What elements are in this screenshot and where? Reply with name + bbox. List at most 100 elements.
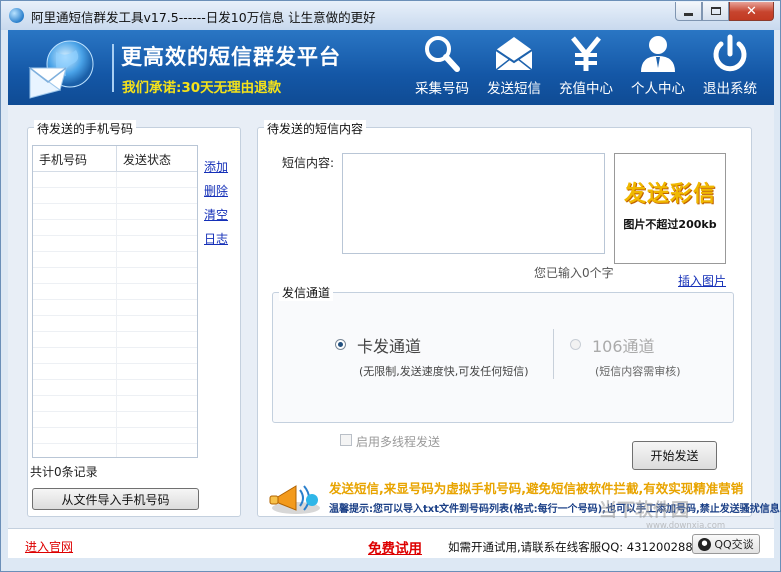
table-header: 手机号码 发送状态 — [33, 146, 197, 172]
clear-link[interactable]: 清空 — [204, 206, 228, 223]
table-cell — [33, 284, 117, 299]
table-row[interactable] — [33, 236, 197, 252]
table-row[interactable] — [33, 300, 197, 316]
close-button[interactable]: ✕ — [729, 2, 774, 21]
nav-label: 退出系统 — [703, 81, 757, 97]
card-channel-radio[interactable] — [335, 339, 346, 350]
sms-content-title: 待发送的短信内容 — [264, 120, 367, 137]
qq-chat-button[interactable]: QQ交谈 — [692, 534, 760, 554]
nav-recharge-center[interactable]: 充值中心 — [550, 34, 622, 100]
title-bar[interactable]: 阿里通短信群发工具v17.5------日发10万信息 让生意做的更好 ✕ — [1, 1, 780, 30]
power-icon — [713, 34, 747, 72]
table-cell — [117, 380, 197, 395]
table-body — [33, 172, 197, 457]
table-cell — [33, 332, 117, 347]
table-row[interactable] — [33, 172, 197, 188]
table-row[interactable] — [33, 396, 197, 412]
insert-image-link[interactable]: 插入图片 — [678, 272, 726, 289]
nav-label: 充值中心 — [559, 81, 613, 97]
106-channel-label[interactable]: 106通道 — [592, 333, 655, 357]
table-row[interactable] — [33, 412, 197, 428]
megaphone-icon — [269, 485, 320, 514]
multithread-checkbox[interactable] — [340, 434, 352, 446]
table-row[interactable] — [33, 428, 197, 444]
maximize-button[interactable] — [702, 2, 729, 21]
maximize-icon — [710, 7, 721, 15]
table-row[interactable] — [33, 364, 197, 380]
minimize-button[interactable] — [675, 2, 702, 21]
qq-penguin-icon — [698, 537, 712, 551]
sms-content-input[interactable] — [342, 153, 605, 254]
table-cell — [117, 220, 197, 235]
table-row[interactable] — [33, 332, 197, 348]
nav-exit-system[interactable]: 退出系统 — [694, 34, 766, 100]
start-send-button[interactable]: 开始发送 — [632, 441, 717, 470]
channel-group: 发信通道 卡发通道 (无限制,发送速度快,可发任何短信) 106通道 (短信内容… — [272, 284, 734, 423]
multithread-label[interactable]: 启用多线程发送 — [356, 433, 440, 450]
channel-divider — [553, 329, 554, 379]
table-row[interactable] — [33, 348, 197, 364]
table-row[interactable] — [33, 268, 197, 284]
card-channel-label[interactable]: 卡发通道 — [357, 333, 421, 357]
column-header-status[interactable]: 发送状态 — [117, 146, 197, 171]
nav-label: 发送短信 — [487, 81, 541, 97]
free-trial-link[interactable]: 免费试用 — [368, 537, 422, 557]
table-cell — [117, 316, 197, 331]
table-cell — [33, 188, 117, 203]
yen-icon — [571, 36, 601, 71]
mms-size-hint: 图片不超过200kb — [623, 218, 717, 231]
nav-collect-numbers[interactable]: 采集号码 — [406, 34, 478, 100]
table-row[interactable] — [33, 252, 197, 268]
phone-list-title: 待发送的手机号码 — [34, 120, 137, 137]
table-cell — [33, 236, 117, 251]
add-link[interactable]: 添加 — [204, 158, 228, 175]
table-cell — [117, 268, 197, 283]
nav-label: 采集号码 — [415, 81, 469, 97]
table-cell — [33, 172, 117, 187]
banner-divider — [112, 44, 114, 92]
status-bar: 进入官网 免费试用 如需开通试用,请联系在线客服QQ: 431200288 QQ… — [8, 528, 774, 558]
table-cell — [33, 300, 117, 315]
table-row[interactable] — [33, 204, 197, 220]
char-count: 您已输入0个字 — [534, 266, 614, 280]
nav-personal-center[interactable]: 个人中心 — [622, 34, 694, 100]
log-link[interactable]: 日志 — [204, 230, 228, 247]
table-cell — [117, 236, 197, 251]
table-cell — [33, 380, 117, 395]
table-cell — [33, 364, 117, 379]
table-cell — [117, 332, 197, 347]
table-row[interactable] — [33, 444, 197, 457]
official-site-link[interactable]: 进入官网 — [25, 538, 73, 555]
table-cell — [33, 268, 117, 283]
app-icon — [9, 8, 24, 23]
app-window: 阿里通短信群发工具v17.5------日发10万信息 让生意做的更好 ✕ 更高… — [0, 0, 781, 572]
promo-headline: 发送短信,来显号码为虚拟手机号码,避免短信被软件拦截,有效实现精准营销 — [329, 481, 744, 496]
sms-content-panel: 待发送的短信内容 短信内容: 您已输入0个字 发送彩信 图片不超过200kb 插… — [257, 120, 781, 517]
table-cell — [33, 428, 117, 443]
106-channel-desc: (短信内容需审核) — [595, 365, 681, 378]
watermark: 当下软件园 — [599, 500, 689, 521]
table-row[interactable] — [33, 220, 197, 236]
phone-table[interactable]: 手机号码 发送状态 — [32, 145, 198, 458]
mms-image-box[interactable]: 发送彩信 图片不超过200kb — [614, 153, 726, 264]
table-cell — [33, 316, 117, 331]
table-cell — [33, 204, 117, 219]
phone-list-panel: 待发送的手机号码 手机号码 发送状态 添加 删除 清空 日志 共计0条记录 从文… — [27, 120, 241, 517]
nav-label: 个人中心 — [631, 81, 685, 97]
qq-chat-label: QQ交谈 — [714, 538, 754, 551]
nav-send-sms[interactable]: 发送短信 — [478, 34, 550, 100]
table-row[interactable] — [33, 380, 197, 396]
table-row[interactable] — [33, 284, 197, 300]
table-row[interactable] — [33, 188, 197, 204]
close-icon: ✕ — [746, 3, 757, 19]
column-header-phone[interactable]: 手机号码 — [33, 146, 117, 171]
promo-tip: 温馨提示:您可以导入txt文件到号码列表(格式:每行一个号码),也可以手工添加号… — [329, 504, 781, 515]
table-cell — [117, 364, 197, 379]
card-channel-desc: (无限制,发送速度快,可发任何短信) — [359, 365, 529, 378]
record-count: 共计0条记录 — [30, 465, 98, 479]
delete-link[interactable]: 删除 — [204, 182, 228, 199]
106-channel-radio[interactable] — [570, 339, 581, 350]
table-cell — [117, 172, 197, 187]
table-row[interactable] — [33, 316, 197, 332]
import-numbers-button[interactable]: 从文件导入手机号码 — [32, 488, 199, 510]
